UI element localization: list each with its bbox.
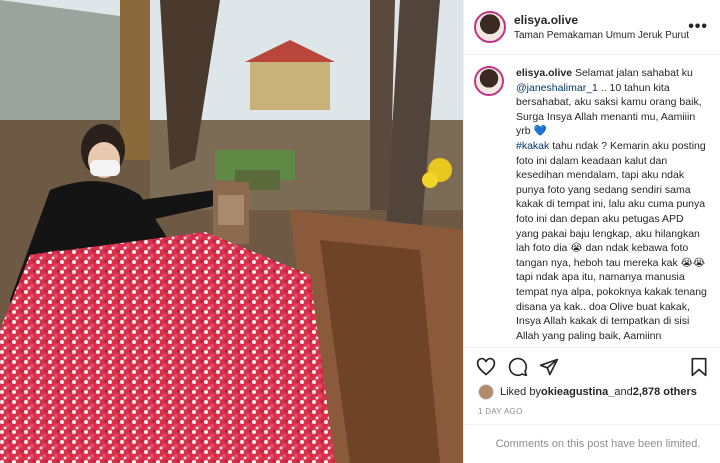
header-text: elisya.olive Taman Pemakaman Umum Jeruk … xyxy=(514,13,708,41)
heart-icon[interactable] xyxy=(476,357,496,377)
more-options-icon[interactable]: ••• xyxy=(688,18,708,36)
post-timestamp[interactable]: 1 DAY AGO xyxy=(478,407,523,416)
location-link[interactable]: Taman Pemakaman Umum Jeruk Purut xyxy=(514,30,708,41)
likes-line: Liked by okieagustina_ and 2,878 others xyxy=(478,384,697,400)
username-link[interactable]: elisya.olive xyxy=(514,13,708,27)
post-side-panel: elisya.olive Taman Pemakaman Umum Jeruk … xyxy=(463,0,720,463)
post-header: elisya.olive Taman Pemakaman Umum Jeruk … xyxy=(464,0,720,55)
caption-avatar[interactable] xyxy=(474,66,504,96)
mention-link[interactable]: @janeshalimar_1 xyxy=(516,82,598,94)
likes-count-link[interactable]: 2,878 others xyxy=(633,386,697,398)
comments-limited-text: Comments on this post have been limited. xyxy=(495,438,701,450)
caption-text-3: tahu ndak ? Kemarin aku posting foto ini… xyxy=(516,139,710,342)
caption-area: elisya.olive Selamat jalan sahabat ku @j… xyxy=(464,56,720,345)
liker-username[interactable]: okieagustina_ xyxy=(541,386,614,398)
grave-flowers-photo xyxy=(0,0,463,463)
liker-avatar[interactable] xyxy=(478,384,494,400)
caption-username[interactable]: elisya.olive xyxy=(516,67,572,79)
action-bar xyxy=(464,347,720,385)
share-icon[interactable] xyxy=(539,357,559,377)
comments-limited-notice: Comments on this post have been limited. xyxy=(464,424,720,463)
post-photo[interactable] xyxy=(0,0,463,463)
bookmark-icon[interactable] xyxy=(690,357,708,377)
likes-prefix: Liked by xyxy=(500,386,541,398)
comment-icon[interactable] xyxy=(508,357,528,377)
caption-text-1: Selamat jalan sahabat ku xyxy=(572,67,696,79)
avatar[interactable] xyxy=(474,11,506,43)
post-caption: elisya.olive Selamat jalan sahabat ku @j… xyxy=(516,66,708,345)
hashtag-link[interactable]: #kakak xyxy=(516,140,549,152)
likes-and: and xyxy=(614,386,633,398)
